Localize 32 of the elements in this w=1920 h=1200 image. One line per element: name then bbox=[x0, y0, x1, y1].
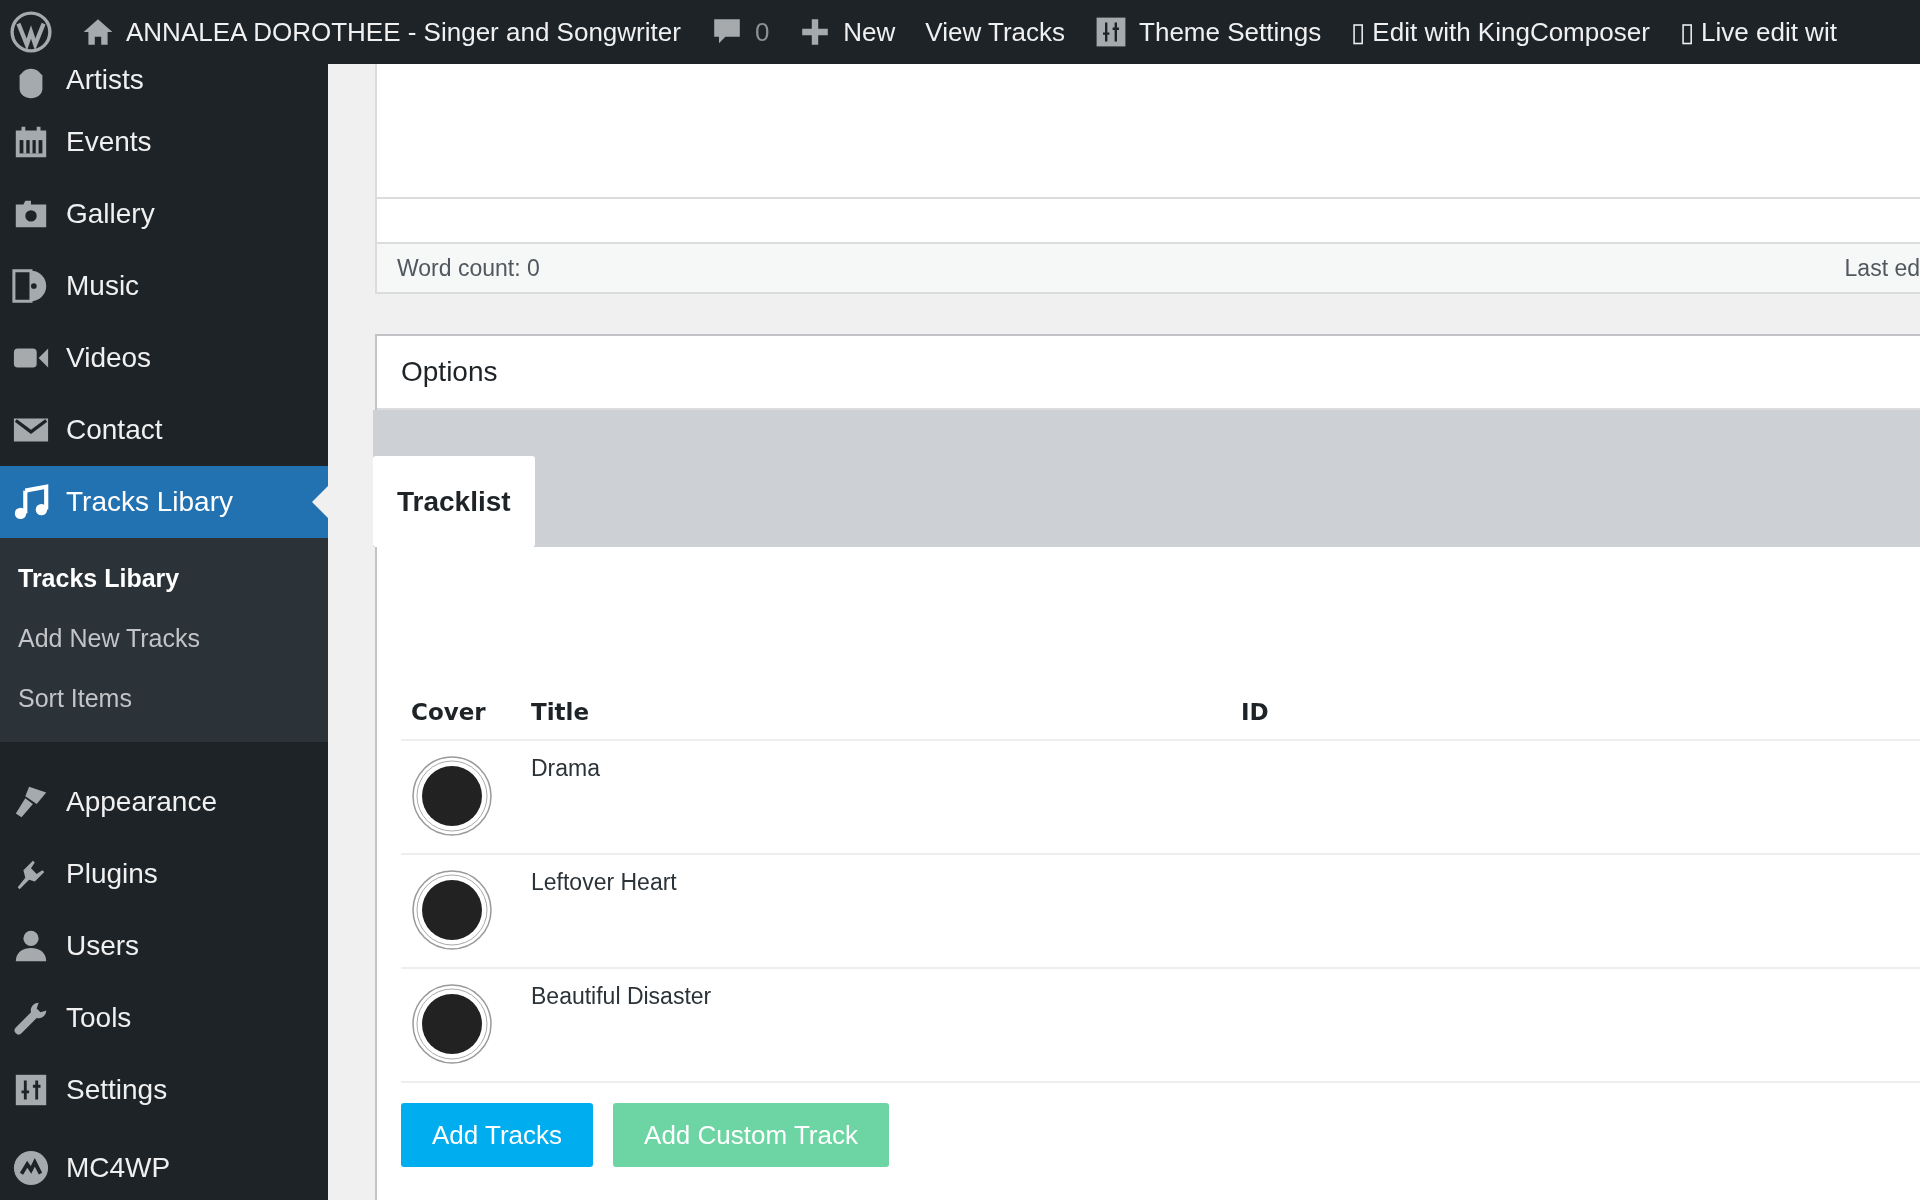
word-count: Word count: 0 bbox=[397, 254, 540, 282]
sidebar-menu-item[interactable]: Artists bbox=[0, 64, 328, 106]
column-header: Title bbox=[531, 699, 590, 725]
admin-bar-link[interactable]: New bbox=[799, 16, 896, 48]
tab[interactable]: Tracklist bbox=[373, 456, 535, 547]
sidebar-menu-item[interactable]: Tracks Libary bbox=[0, 466, 328, 538]
sidebar-menu-item[interactable]: Music bbox=[0, 250, 328, 322]
last-edited-text: Last ed bbox=[1844, 254, 1920, 282]
sidebar-menu-item[interactable]: Events bbox=[0, 106, 328, 178]
track-title: Beautiful Disaster bbox=[531, 983, 712, 1009]
track-title: Leftover Heart bbox=[531, 869, 677, 895]
column-header: Cover bbox=[411, 699, 486, 725]
admin-bar-link[interactable]: 0 bbox=[710, 16, 770, 48]
sidebar-menu-item[interactable]: Users bbox=[0, 910, 328, 982]
sidebar-menu-item[interactable]: Appearance bbox=[0, 766, 328, 838]
admin-bar-link[interactable]: View Tracks bbox=[925, 16, 1066, 48]
column-header: ID bbox=[1241, 699, 1269, 725]
sidebar-menu-item[interactable]: MC4WP bbox=[0, 1132, 328, 1200]
submenu-link[interactable]: Tracks Libary bbox=[0, 548, 328, 608]
admin-bar-link[interactable]: ▯ Live edit wit bbox=[1679, 16, 1837, 48]
sidebar-menu-item[interactable]: Gallery bbox=[0, 178, 328, 250]
submenu-link[interactable]: Add New Tracks bbox=[0, 608, 328, 668]
admin-bar-link[interactable]: Theme Settings bbox=[1095, 16, 1322, 48]
admin-bar-link[interactable]: ANNALEA DOROTHEE - Singer and Songwriter bbox=[82, 16, 681, 48]
track-title: Drama bbox=[531, 755, 600, 781]
sidebar-menu-item[interactable]: Videos bbox=[0, 322, 328, 394]
sidebar-menu-item[interactable]: Tools bbox=[0, 982, 328, 1054]
sidebar-menu-item[interactable]: Contact bbox=[0, 394, 328, 466]
sidebar-menu-item[interactable]: Settings bbox=[0, 1054, 328, 1126]
admin-bar-link[interactable]: ▯ Edit with KingComposer bbox=[1351, 16, 1650, 48]
submenu-link[interactable]: Sort Items bbox=[0, 668, 328, 728]
sidebar-menu-item[interactable]: Plugins bbox=[0, 838, 328, 910]
